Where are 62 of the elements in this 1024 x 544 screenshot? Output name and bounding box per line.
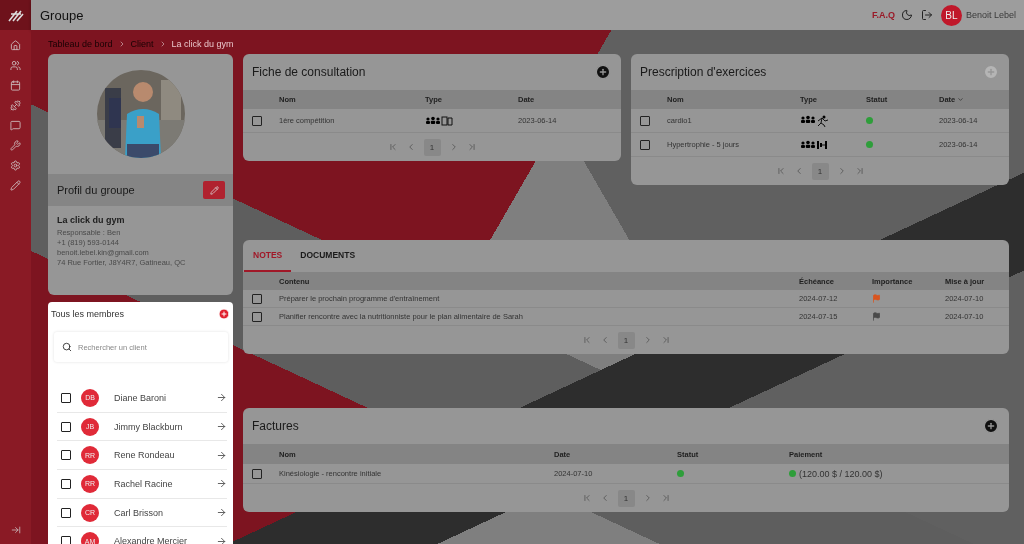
member-name[interactable]: Rachel Racine	[114, 478, 216, 489]
arrow-icon[interactable]	[216, 449, 227, 461]
arrow-icon[interactable]	[216, 478, 227, 490]
checkbox[interactable]	[61, 450, 71, 461]
checkbox[interactable]	[61, 507, 71, 518]
dumbbell-icon[interactable]	[10, 100, 21, 111]
sort-icon[interactable]	[957, 96, 965, 103]
settings-icon[interactable]	[10, 160, 21, 171]
breadcrumb-link[interactable]: La click du gym	[171, 39, 234, 49]
checkbox[interactable]	[252, 293, 262, 304]
card-title: Fiche de consultation	[252, 65, 366, 79]
checkbox[interactable]	[61, 421, 71, 432]
member-name[interactable]: Rene Rondeau	[114, 450, 216, 461]
checkbox[interactable]	[252, 468, 262, 479]
pencil-icon	[209, 185, 219, 195]
logout-icon[interactable]	[920, 9, 933, 21]
arrow-icon[interactable]	[216, 392, 227, 404]
member-name[interactable]: Alexandre Mercier	[114, 536, 216, 544]
group-document-icon	[425, 115, 455, 126]
user-name[interactable]: Benoit Lebel	[965, 10, 1016, 20]
checkbox[interactable]	[61, 392, 71, 403]
add-button[interactable]	[983, 418, 999, 434]
page-button[interactable]: 1	[617, 331, 635, 349]
checkbox[interactable]	[61, 536, 71, 544]
checkbox[interactable]	[640, 115, 650, 126]
checkbox[interactable]	[252, 311, 262, 322]
member-name[interactable]: Carl Brisson	[114, 507, 216, 518]
payment-amount: (120.00 $ / 120.00 $)	[799, 468, 883, 479]
group-name: La click du gym	[57, 215, 126, 225]
checkbox[interactable]	[61, 478, 71, 489]
arrow-icon[interactable]	[216, 507, 227, 519]
arrow-icon[interactable]	[216, 535, 227, 544]
group-weights-icon	[800, 139, 830, 150]
add-button[interactable]	[595, 64, 611, 80]
member-name[interactable]: Jimmy Blackburn	[114, 421, 216, 432]
pencil-icon[interactable]	[10, 180, 21, 191]
group-runner-icon	[800, 114, 830, 127]
message-icon[interactable]	[10, 120, 21, 131]
profile-title: Profil du groupe	[57, 184, 135, 196]
search-icon	[62, 342, 72, 352]
faq-link[interactable]: F.A.Q	[871, 10, 895, 20]
users-icon[interactable]	[10, 60, 21, 71]
calendar-icon[interactable]	[10, 80, 21, 91]
moon-icon[interactable]	[900, 9, 913, 21]
logo-icon[interactable]	[7, 8, 24, 22]
checkbox[interactable]	[252, 115, 262, 126]
checkbox[interactable]	[640, 139, 650, 150]
page-button[interactable]: 1	[423, 138, 441, 156]
page-button[interactable]: 1	[811, 162, 829, 180]
user-avatar[interactable]: BL	[940, 4, 962, 26]
page-title: Groupe	[40, 7, 85, 23]
arrow-icon[interactable]	[216, 421, 227, 433]
expand-icon[interactable]	[10, 525, 21, 535]
home-icon[interactable]	[10, 40, 21, 51]
tab[interactable]: DOCUMENTS	[291, 240, 365, 272]
card-title: Prescription d'exercices	[640, 65, 767, 79]
card-title: Factures	[252, 419, 299, 433]
add-member-button[interactable]	[218, 308, 230, 320]
page-button[interactable]: 1	[617, 489, 635, 507]
tools-icon[interactable]	[10, 140, 21, 151]
member-name[interactable]: Diane Baroni	[114, 392, 216, 403]
members-title: Tous les membres	[51, 309, 125, 319]
